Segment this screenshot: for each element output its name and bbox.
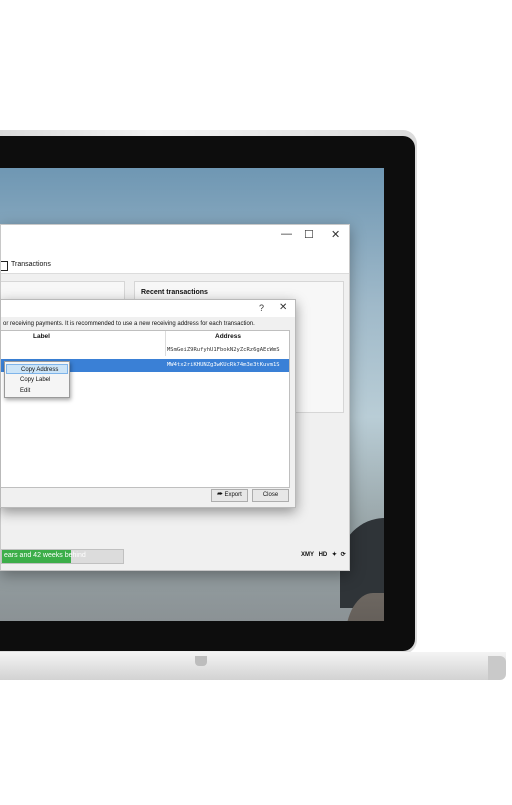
export-icon: ⮫ [217, 492, 223, 498]
maximize-button[interactable]: ☐ [304, 228, 314, 241]
receiving-addresses-dialog: ? ✕ or receiving payments. It is recomme… [0, 299, 296, 508]
address-table: Label Address MSmGeiZ9RufyhU1FbokN2yZcRz… [1, 330, 290, 488]
menu-item-label: Edit [20, 388, 31, 394]
minimize-button[interactable]: — [281, 228, 292, 240]
network-icon: ✦ [331, 552, 337, 558]
hd-icon: HD [318, 552, 328, 558]
close-dialog-icon[interactable]: ✕ [279, 302, 287, 313]
table-row[interactable]: MSmGeiZ9RufyhU1FbokN2yZcRz6gAEcWmS [1, 344, 289, 357]
close-button[interactable]: Close [252, 489, 289, 502]
transactions-icon [1, 261, 8, 271]
currency-label: XMY [301, 552, 314, 558]
dialog-title-bar: ? ✕ [1, 300, 295, 317]
help-button[interactable]: ? [259, 303, 264, 313]
menu-item-edit[interactable]: Edit [6, 386, 68, 396]
recent-transactions-title: Recent transactions [141, 289, 208, 296]
sync-progress-bar: ears and 42 weeks behind [1, 549, 124, 564]
address-cell: MW4tx2riKHUNZg3wKUcRk74m3e3tKuvm1S [167, 362, 280, 368]
dialog-description: or receiving payments. It is recommended… [3, 321, 255, 327]
status-icons: XMY HD ✦ ⟳ [301, 551, 346, 558]
toolbar: Transactions [1, 247, 349, 274]
address-cell: MSmGeiZ9RufyhU1FbokN2yZcRz6gAEcWmS [167, 347, 280, 353]
laptop-foot [488, 656, 506, 680]
sync-icon: ⟳ [340, 552, 346, 558]
close-window-button[interactable]: ✕ [331, 228, 340, 241]
column-header-label[interactable]: Label [33, 333, 50, 340]
status-bar: ears and 42 weeks behind XMY HD ✦ ⟳ [1, 547, 349, 569]
menu-item-label: Copy Address [21, 367, 59, 373]
laptop-notch [195, 656, 207, 666]
title-bar: — ☐ ✕ [1, 225, 349, 247]
menu-item-label: Copy Label [20, 377, 51, 383]
export-button[interactable]: ⮫ Export [211, 489, 248, 502]
sync-status-text: ears and 42 weeks behind [4, 552, 86, 559]
menu-item-copy-address[interactable]: Copy Address [6, 364, 68, 374]
menu-item-copy-label[interactable]: Copy Label [6, 375, 68, 385]
tab-transactions[interactable]: Transactions [11, 261, 51, 268]
export-label: Export [224, 492, 242, 498]
column-header-address[interactable]: Address [215, 333, 241, 340]
laptop-base [0, 652, 506, 680]
context-menu: Copy Address Copy Label Edit [4, 361, 70, 398]
